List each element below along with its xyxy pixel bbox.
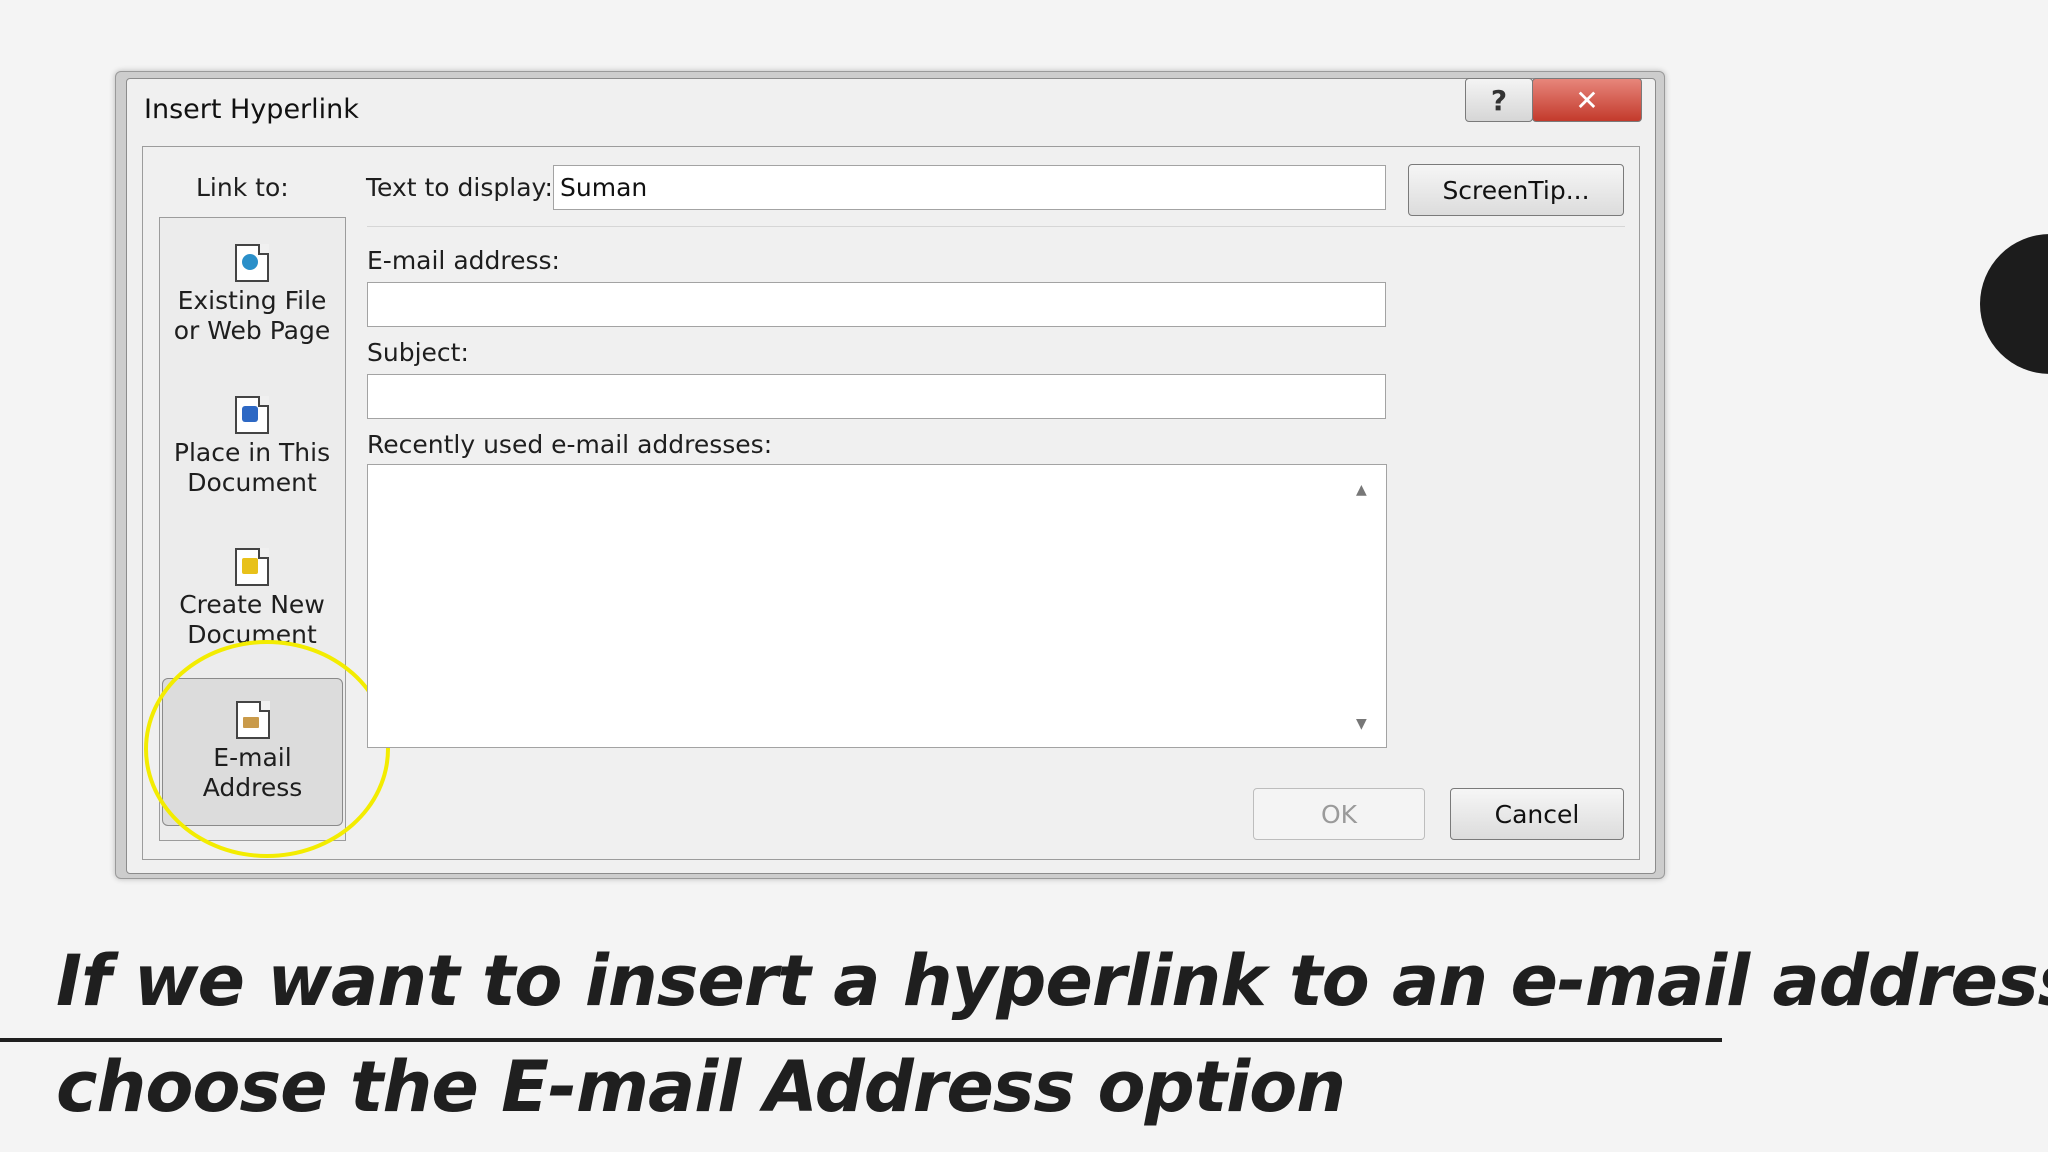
- link-existing-file[interactable]: Existing File or Web Page: [160, 244, 344, 346]
- email-address-label: E-mail address:: [367, 246, 560, 275]
- link-existing-file-line2: or Web Page: [173, 316, 331, 345]
- dialog-title: Insert Hyperlink: [144, 94, 359, 125]
- help-button[interactable]: ?: [1465, 78, 1533, 122]
- link-email-line2: Address: [202, 773, 303, 802]
- link-place-line1: Place in This: [173, 438, 331, 467]
- scroll-down-icon[interactable]: ▼: [1356, 716, 1367, 732]
- subject-label: Subject:: [367, 338, 469, 367]
- cancel-button[interactable]: Cancel: [1450, 788, 1624, 840]
- decorative-circle: [1980, 234, 2048, 374]
- caption-line-1: If we want to insert a hyperlink to an e…: [56, 940, 2048, 1022]
- link-place-in-document[interactable]: Place in This Document: [160, 396, 344, 498]
- link-existing-file-line1: Existing File: [177, 286, 327, 315]
- subject-input[interactable]: [367, 374, 1386, 419]
- new-document-icon: [235, 548, 269, 586]
- link-to-label: Link to:: [196, 173, 289, 202]
- email-address-input[interactable]: [367, 282, 1386, 327]
- link-create-line1: Create New: [179, 590, 325, 619]
- document-bookmark-icon: [235, 396, 269, 434]
- file-globe-icon: [235, 244, 269, 282]
- email-envelope-icon: [235, 701, 270, 739]
- scroll-up-icon[interactable]: ▲: [1356, 482, 1367, 498]
- text-to-display-input[interactable]: [553, 165, 1386, 210]
- separator: [367, 226, 1625, 227]
- link-place-line2: Document: [187, 468, 317, 497]
- caption-divider: [0, 1038, 1722, 1042]
- text-to-display-label: Text to display:: [366, 173, 553, 202]
- close-button[interactable]: ✕: [1532, 78, 1642, 122]
- link-email-line1: E-mail: [213, 743, 292, 772]
- recent-addresses-list[interactable]: [367, 464, 1387, 748]
- close-x-icon: ✕: [1575, 83, 1599, 117]
- link-email-address[interactable]: E-mail Address: [162, 678, 343, 826]
- recent-addresses-label: Recently used e-mail addresses:: [367, 430, 773, 459]
- screentip-button[interactable]: ScreenTip...: [1408, 164, 1624, 216]
- caption-line-2: choose the E-mail Address option: [56, 1046, 1346, 1128]
- link-create-line2: Document: [187, 620, 317, 649]
- ok-button[interactable]: OK: [1253, 788, 1425, 840]
- link-create-new-document[interactable]: Create New Document: [160, 548, 344, 650]
- question-mark-icon: ?: [1490, 83, 1508, 117]
